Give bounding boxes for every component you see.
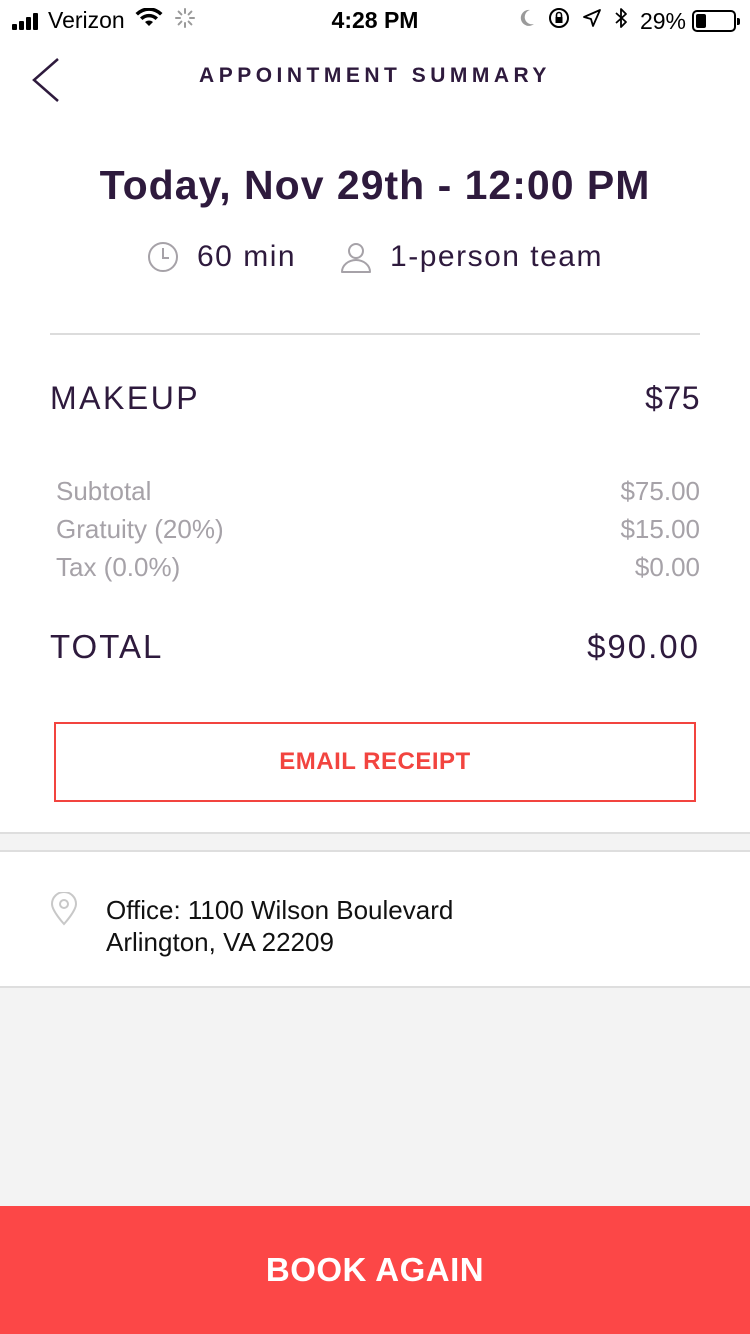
breakdown-row-subtotal: Subtotal $75.00: [56, 474, 700, 512]
status-bar: Verizon 4:28 PM 29%: [0, 0, 750, 40]
team-text: 1-person team: [390, 240, 603, 273]
total-label: TOTAL: [50, 628, 164, 665]
page-title: APPOINTMENT SUMMARY: [199, 64, 551, 87]
section-separator: [0, 832, 750, 852]
price-breakdown: Subtotal $75.00 Gratuity (20%) $15.00 Ta…: [56, 474, 700, 588]
breakdown-value: $75.00: [620, 476, 700, 506]
status-bar-right: 29%: [506, 7, 740, 35]
person-icon: [340, 241, 372, 273]
service-name: MAKEUP: [50, 380, 201, 416]
bluetooth-icon: [614, 7, 628, 35]
address-line-1: Office: 1100 Wilson Boulevard: [106, 895, 454, 925]
duration-text: 60 min: [197, 240, 297, 273]
battery-level-fill: [696, 14, 706, 28]
team-item: 1-person team: [340, 240, 603, 274]
breakdown-value: $15.00: [620, 514, 700, 544]
breakdown-label: Tax (0.0%): [56, 552, 181, 582]
map-pin-icon: [50, 891, 78, 931]
duration-item: 60 min: [147, 240, 296, 274]
clock-icon: [147, 241, 179, 273]
battery-icon: [692, 10, 740, 32]
breakdown-label: Subtotal: [56, 476, 152, 506]
rotation-lock-icon: [548, 7, 570, 35]
breakdown-label: Gratuity (20%): [56, 514, 224, 544]
empty-area: [0, 988, 750, 1206]
breakdown-value: $0.00: [634, 552, 700, 582]
total-value: $90.00: [587, 628, 700, 665]
breakdown-row-tax: Tax (0.0%) $0.00: [56, 550, 700, 588]
book-again-button[interactable]: BOOK AGAIN: [0, 1206, 750, 1334]
location-section: Office: 1100 Wilson Boulevard Arlington,…: [0, 852, 750, 988]
location-arrow-icon: [582, 8, 602, 34]
moon-icon: [518, 8, 536, 34]
email-receipt-button[interactable]: EMAIL RECEIPT: [54, 722, 696, 802]
divider: [50, 333, 700, 335]
appointment-meta: 60 min 1-person team: [0, 240, 750, 274]
service-price: $75: [645, 380, 700, 416]
service-row: MAKEUP $75: [50, 380, 700, 417]
breakdown-row-gratuity: Gratuity (20%) $15.00: [56, 512, 700, 550]
battery-percent: 29%: [639, 7, 686, 34]
address-line-2: Arlington, VA 22209: [106, 927, 334, 957]
appointment-datetime: Today, Nov 29th - 12:00 PM: [99, 162, 651, 208]
total-row: TOTAL $90.00: [50, 628, 700, 666]
location-address: Office: 1100 Wilson Boulevard Arlington,…: [106, 894, 453, 958]
